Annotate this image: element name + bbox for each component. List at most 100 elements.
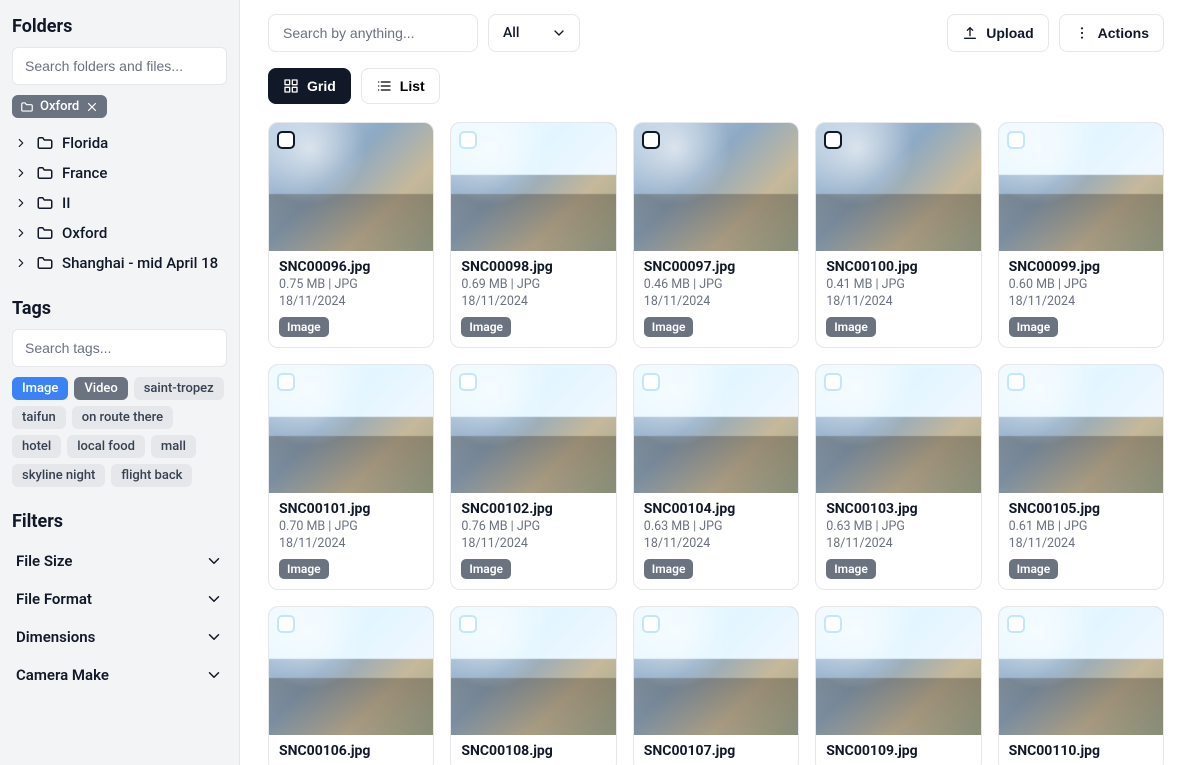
folder-item[interactable]: Florida — [10, 128, 227, 158]
folder-icon — [36, 194, 54, 212]
folder-item[interactable]: Oxford — [10, 218, 227, 248]
filter-label: Camera Make — [16, 666, 109, 684]
select-checkbox[interactable] — [824, 615, 842, 633]
type-badge: Image — [461, 317, 511, 337]
tag[interactable]: saint-tropez — [134, 377, 224, 400]
thumbnail[interactable] — [451, 365, 615, 493]
view-grid-button[interactable]: Grid — [268, 68, 351, 104]
folder-item[interactable]: Shanghai - mid April 18 — [10, 248, 227, 278]
file-date: 18/11/2024 — [826, 294, 970, 311]
breadcrumb-chip[interactable]: Oxford — [12, 95, 107, 118]
thumbnail[interactable] — [999, 123, 1163, 251]
asset-card[interactable]: SNC00110.jpg — [998, 606, 1164, 765]
tag[interactable]: skyline night — [12, 464, 105, 487]
file-meta: 0.70 MB | JPG — [279, 519, 423, 536]
asset-card[interactable]: SNC00100.jpg0.41 MB | JPG18/11/2024Image — [815, 122, 981, 348]
thumbnail[interactable] — [269, 365, 433, 493]
select-checkbox[interactable] — [824, 373, 842, 391]
select-checkbox[interactable] — [459, 615, 477, 633]
select-checkbox[interactable] — [1007, 131, 1025, 149]
select-checkbox[interactable] — [1007, 373, 1025, 391]
asset-card[interactable]: SNC00097.jpg0.46 MB | JPG18/11/2024Image — [633, 122, 799, 348]
tag[interactable]: Video — [74, 377, 127, 400]
folder-name: France — [62, 164, 107, 182]
tag[interactable]: local food — [67, 435, 145, 458]
asset-card[interactable]: SNC00107.jpg — [633, 606, 799, 765]
asset-card[interactable]: SNC00101.jpg0.70 MB | JPG18/11/2024Image — [268, 364, 434, 590]
thumbnail[interactable] — [269, 123, 433, 251]
file-date: 18/11/2024 — [644, 536, 788, 553]
card-body: SNC00098.jpg0.69 MB | JPG18/11/2024Image — [451, 251, 615, 347]
select-checkbox[interactable] — [642, 615, 660, 633]
asset-card[interactable]: SNC00103.jpg0.63 MB | JPG18/11/2024Image — [815, 364, 981, 590]
thumbnail[interactable] — [634, 123, 798, 251]
thumbnail[interactable] — [816, 365, 980, 493]
chevron-right-icon — [14, 256, 28, 270]
thumbnail[interactable] — [999, 607, 1163, 735]
close-icon[interactable] — [85, 100, 99, 114]
thumbnail[interactable] — [269, 607, 433, 735]
filter-item[interactable]: File Size — [12, 542, 227, 580]
tag[interactable]: flight back — [111, 464, 192, 487]
asset-card[interactable]: SNC00109.jpg — [815, 606, 981, 765]
tag[interactable]: Image — [12, 377, 68, 400]
thumbnail[interactable] — [816, 123, 980, 251]
select-checkbox[interactable] — [642, 131, 660, 149]
asset-card[interactable]: SNC00104.jpg0.63 MB | JPG18/11/2024Image — [633, 364, 799, 590]
file-date: 18/11/2024 — [461, 536, 605, 553]
folder-item[interactable]: II — [10, 188, 227, 218]
asset-card[interactable]: SNC00099.jpg0.60 MB | JPG18/11/2024Image — [998, 122, 1164, 348]
type-badge: Image — [279, 317, 329, 337]
asset-card[interactable]: SNC00102.jpg0.76 MB | JPG18/11/2024Image — [450, 364, 616, 590]
select-checkbox[interactable] — [642, 373, 660, 391]
select-checkbox[interactable] — [277, 373, 295, 391]
asset-card[interactable]: SNC00106.jpg — [268, 606, 434, 765]
asset-card[interactable]: SNC00105.jpg0.61 MB | JPG18/11/2024Image — [998, 364, 1164, 590]
folder-item[interactable]: France — [10, 158, 227, 188]
tags-search-input[interactable] — [12, 329, 227, 367]
type-filter-dropdown[interactable]: All — [488, 14, 580, 52]
breadcrumb-chip-label: Oxford — [40, 99, 79, 114]
filter-item[interactable]: Dimensions — [12, 618, 227, 656]
file-name: SNC00099.jpg — [1009, 259, 1153, 275]
view-list-button[interactable]: List — [361, 68, 440, 104]
actions-button[interactable]: Actions — [1059, 14, 1164, 52]
chevron-down-icon — [551, 25, 567, 41]
select-checkbox[interactable] — [824, 131, 842, 149]
search-input[interactable] — [268, 14, 478, 52]
asset-card[interactable]: SNC00098.jpg0.69 MB | JPG18/11/2024Image — [450, 122, 616, 348]
asset-card[interactable]: SNC00108.jpg — [450, 606, 616, 765]
card-body: SNC00106.jpg — [269, 735, 433, 765]
tag[interactable]: on route there — [72, 406, 173, 429]
card-body: SNC00102.jpg0.76 MB | JPG18/11/2024Image — [451, 493, 615, 589]
upload-button[interactable]: Upload — [947, 14, 1048, 52]
tag[interactable]: taifun — [12, 406, 66, 429]
folder-search-input[interactable] — [12, 47, 227, 85]
file-name: SNC00096.jpg — [279, 259, 423, 275]
type-badge: Image — [461, 559, 511, 579]
chevron-down-icon — [205, 590, 223, 608]
thumbnail[interactable] — [451, 123, 615, 251]
select-checkbox[interactable] — [1007, 615, 1025, 633]
chevron-right-icon — [14, 166, 28, 180]
tag[interactable]: hotel — [12, 435, 61, 458]
file-name: SNC00100.jpg — [826, 259, 970, 275]
select-checkbox[interactable] — [277, 615, 295, 633]
filter-item[interactable]: Camera Make — [12, 656, 227, 694]
card-body: SNC00099.jpg0.60 MB | JPG18/11/2024Image — [999, 251, 1163, 347]
view-grid-label: Grid — [307, 78, 336, 94]
thumbnail[interactable] — [999, 365, 1163, 493]
thumbnail[interactable] — [634, 607, 798, 735]
thumbnail[interactable] — [451, 607, 615, 735]
select-checkbox[interactable] — [277, 131, 295, 149]
card-body: SNC00100.jpg0.41 MB | JPG18/11/2024Image — [816, 251, 980, 347]
thumbnail[interactable] — [634, 365, 798, 493]
select-checkbox[interactable] — [459, 131, 477, 149]
select-checkbox[interactable] — [459, 373, 477, 391]
asset-card[interactable]: SNC00096.jpg0.75 MB | JPG18/11/2024Image — [268, 122, 434, 348]
list-icon — [376, 78, 392, 94]
tag[interactable]: mall — [151, 435, 196, 458]
filter-item[interactable]: File Format — [12, 580, 227, 618]
thumbnail[interactable] — [816, 607, 980, 735]
chevron-down-icon — [205, 628, 223, 646]
